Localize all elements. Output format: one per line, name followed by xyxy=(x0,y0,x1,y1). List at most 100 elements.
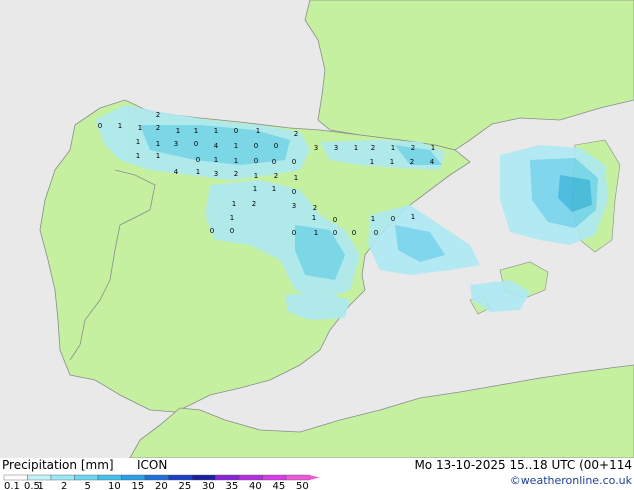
scale-box xyxy=(27,474,52,481)
point-value: 1 xyxy=(176,127,180,135)
scale-boxes xyxy=(3,474,320,481)
point-value: 0 xyxy=(292,188,296,196)
point-value: 3 xyxy=(174,140,178,148)
point-value: 0 xyxy=(98,122,102,130)
point-value: 0 xyxy=(391,215,395,223)
point-value: 3 xyxy=(292,202,296,210)
credit-link[interactable]: ©weatheronline.co.uk xyxy=(510,474,632,487)
point-value: 2 xyxy=(252,200,256,208)
scale-label: 10 xyxy=(108,481,121,490)
point-value: 0 xyxy=(274,142,278,150)
point-value: 0 xyxy=(194,140,198,148)
point-value: 1 xyxy=(234,157,238,165)
point-value: 2 xyxy=(313,204,317,212)
point-value: 1 xyxy=(156,152,160,160)
scale-label: 1 xyxy=(38,481,44,490)
scale-box xyxy=(168,474,193,481)
point-value: 2 xyxy=(371,144,375,152)
point-value: 0 xyxy=(374,229,378,237)
scale-label: 35 xyxy=(226,481,239,490)
point-value: 2 xyxy=(156,111,160,119)
color-scale: 0.1 0.51 2 5 10 15 20 25 30 35 40 45 50 xyxy=(3,474,320,490)
scale-label: 30 xyxy=(202,481,215,490)
scale-box xyxy=(74,474,99,481)
scale-label: 15 xyxy=(132,481,145,490)
point-value: 2 xyxy=(411,144,415,152)
scale-box xyxy=(262,474,287,481)
scale-label: 50 xyxy=(296,481,309,490)
point-value: 1 xyxy=(214,127,218,135)
scale-label: 45 xyxy=(273,481,286,490)
scale-box xyxy=(191,474,216,481)
scale-box xyxy=(215,474,240,481)
point-value: 1 xyxy=(156,140,160,148)
point-value: 3 xyxy=(214,170,218,178)
point-value: 1 xyxy=(136,152,140,160)
point-value: 2 xyxy=(234,170,238,178)
point-value: 1 xyxy=(138,124,142,132)
point-value: 0 xyxy=(333,216,337,224)
point-value: 0 xyxy=(352,229,356,237)
point-value: 1 xyxy=(254,172,258,180)
point-value: 0 xyxy=(230,227,234,235)
point-value: 1 xyxy=(234,142,238,150)
scale-box xyxy=(144,474,169,481)
scale-label: 2 xyxy=(61,481,67,490)
point-value: 1 xyxy=(196,168,200,176)
point-value: 1 xyxy=(232,200,236,208)
point-value: 0 xyxy=(254,142,258,150)
point-value: 1 xyxy=(390,158,394,166)
scale-label: 40 xyxy=(249,481,262,490)
point-value: 2 xyxy=(410,158,414,166)
point-value: 0 xyxy=(254,157,258,165)
point-value: 2 xyxy=(274,172,278,180)
point-value: 0 xyxy=(292,229,296,237)
point-value: 1 xyxy=(312,214,316,222)
point-value: 1 xyxy=(118,122,122,130)
scale-label: 20 xyxy=(155,481,168,490)
point-value: 4 xyxy=(174,168,179,176)
point-value: 1 xyxy=(411,213,415,221)
point-value: 4 xyxy=(430,158,435,166)
point-value: 1 xyxy=(431,144,435,152)
footer: Precipitation [mm] ICON Mo 13-10-2025 15… xyxy=(0,458,634,490)
scale-box xyxy=(238,474,263,481)
scale-box xyxy=(50,474,75,481)
point-value: 0 xyxy=(272,158,276,166)
scale-box xyxy=(285,474,310,481)
map-title: Precipitation [mm] xyxy=(2,458,114,472)
validity-time: Mo 13-10-2025 15..18 UTC (00+114 xyxy=(414,458,632,472)
point-value: 3 xyxy=(314,144,318,152)
scale-box xyxy=(97,474,122,481)
scale-label: 25 xyxy=(179,481,192,490)
precipitation-map: 0 2 1 1 2 1 1 1 0 1 2 1 1 3 0 4 1 0 0 1 1 0 1 1 0 0 0 3 3 1 2 1 2 1 1 1 2 4 4 1… xyxy=(0,0,634,458)
point-value: 1 xyxy=(253,185,257,193)
point-value: 4 xyxy=(214,142,219,150)
point-value: 2 xyxy=(294,130,298,138)
scale-labels: 0.1 0.51 2 5 10 15 20 25 30 35 40 45 50 xyxy=(4,481,309,490)
point-value: 1 xyxy=(391,144,395,152)
scale-box xyxy=(3,474,28,481)
point-value: 0 xyxy=(234,127,238,135)
point-value: 1 xyxy=(230,214,234,222)
point-value: 0 xyxy=(333,229,337,237)
point-value: 0 xyxy=(210,227,214,235)
scale-label: 0.1 xyxy=(4,481,20,490)
point-value: 1 xyxy=(314,229,318,237)
scale-label: 5 xyxy=(85,481,91,490)
point-value: 1 xyxy=(194,127,198,135)
scale-box xyxy=(121,474,146,481)
point-value: 1 xyxy=(354,144,358,152)
point-value: 1 xyxy=(370,158,374,166)
point-value: 1 xyxy=(272,185,276,193)
point-value: 1 xyxy=(371,215,375,223)
point-value: 0 xyxy=(196,156,200,164)
model-name: ICON xyxy=(137,458,168,472)
point-value: 2 xyxy=(156,124,160,132)
point-value: 0 xyxy=(292,158,296,166)
point-value: 1 xyxy=(136,138,140,146)
point-value: 1 xyxy=(294,174,298,182)
scale-arrow xyxy=(309,475,320,480)
point-value: 3 xyxy=(334,144,338,152)
point-value: 1 xyxy=(214,156,218,164)
